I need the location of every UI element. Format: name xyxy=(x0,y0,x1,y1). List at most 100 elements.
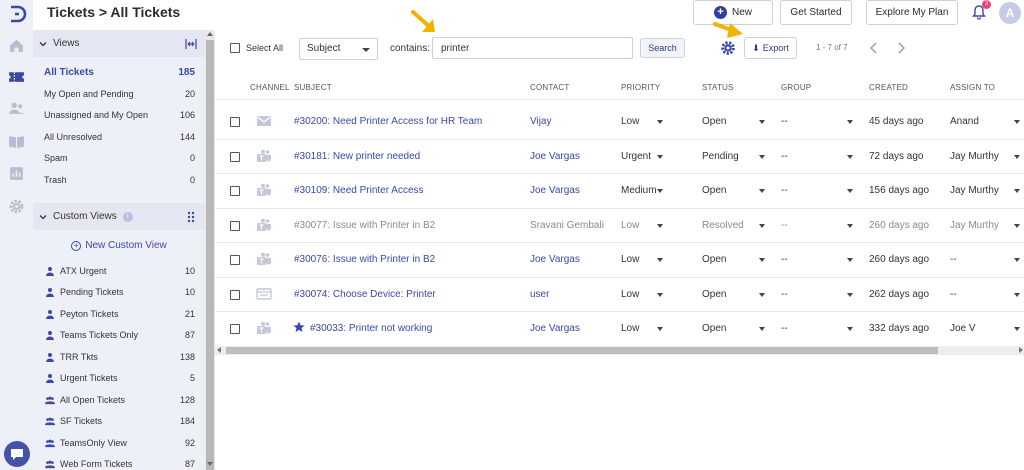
table-row[interactable]: #30200: Need Printer Access for HR Team … xyxy=(215,105,1024,140)
ticket-assignee[interactable]: Joe V xyxy=(950,323,976,334)
search-input[interactable] xyxy=(432,37,633,59)
assignee-dropdown-icon[interactable] xyxy=(1014,258,1020,262)
ticket-contact-link[interactable]: Joe Vargas xyxy=(530,151,580,162)
star-icon[interactable] xyxy=(293,321,305,333)
priority-dropdown-icon[interactable] xyxy=(657,292,663,297)
settings-icon[interactable] xyxy=(8,198,25,215)
logo-icon[interactable] xyxy=(7,4,27,24)
custom-views-header[interactable]: Custom Views i xyxy=(33,203,205,230)
table-row[interactable]: #30077: Issue with Printer in B2 Sravani… xyxy=(215,209,1024,243)
drag-handle-icon[interactable] xyxy=(185,211,197,223)
chat-button[interactable] xyxy=(4,441,30,467)
ticket-contact-link[interactable]: Joe Vargas xyxy=(530,254,580,265)
tickets-icon[interactable] xyxy=(8,68,25,85)
sidebar-scroll-thumb[interactable] xyxy=(206,40,214,470)
ticket-group[interactable]: -- xyxy=(781,254,788,265)
collapse-sidebar-icon[interactable] xyxy=(185,38,197,50)
assignee-dropdown-icon[interactable] xyxy=(1014,292,1020,297)
ticket-group[interactable]: -- xyxy=(781,151,788,162)
assignee-dropdown-icon[interactable] xyxy=(1014,223,1020,228)
custom-view-item[interactable]: ATX Urgent 10 xyxy=(33,260,205,282)
custom-view-item[interactable]: Peyton Tickets 21 xyxy=(33,303,205,325)
custom-view-item[interactable]: Urgent Tickets 5 xyxy=(33,368,205,390)
row-checkbox[interactable] xyxy=(230,117,240,127)
table-row[interactable]: #30181: New printer needed Joe Vargas Ur… xyxy=(215,140,1024,174)
ticket-assignee[interactable]: Jay Murthy xyxy=(950,220,999,231)
ticket-subject-link[interactable]: #30076: Issue with Printer in B2 xyxy=(294,254,435,265)
ticket-group[interactable]: -- xyxy=(781,220,788,231)
filter-field-select[interactable]: Subject xyxy=(299,38,378,60)
knowledge-base-icon[interactable] xyxy=(8,133,25,150)
custom-view-item[interactable]: TRR Tkts 138 xyxy=(33,346,205,368)
assignee-dropdown-icon[interactable] xyxy=(1014,189,1020,193)
select-all[interactable]: Select All xyxy=(230,43,283,53)
ticket-priority[interactable]: Low xyxy=(621,220,639,231)
status-dropdown-icon[interactable] xyxy=(759,154,765,159)
get-started-button[interactable]: Get Started xyxy=(780,0,852,25)
reports-icon[interactable] xyxy=(8,165,25,182)
custom-view-item[interactable]: All Open Tickets 128 xyxy=(33,389,205,411)
sidebar-scrollbar[interactable] xyxy=(205,30,215,470)
ticket-group[interactable]: -- xyxy=(781,323,788,334)
assignee-dropdown-icon[interactable] xyxy=(1014,327,1020,331)
prev-page-icon[interactable] xyxy=(869,42,879,54)
status-dropdown-icon[interactable] xyxy=(759,189,765,193)
row-checkbox[interactable] xyxy=(230,220,240,231)
ticket-assignee[interactable]: Anand xyxy=(950,116,979,127)
sidebar-view-item[interactable]: Trash 0 xyxy=(33,169,205,190)
col-status[interactable]: Status xyxy=(702,83,734,92)
custom-view-item[interactable]: TeamsOnly View 92 xyxy=(33,432,205,454)
priority-dropdown-icon[interactable] xyxy=(657,258,663,262)
sidebar-view-item[interactable]: All Unresolved 144 xyxy=(33,126,205,147)
group-dropdown-icon[interactable] xyxy=(847,327,853,331)
horizontal-scroll-thumb[interactable] xyxy=(226,347,938,354)
search-button[interactable]: Search xyxy=(640,38,685,58)
ticket-group[interactable]: -- xyxy=(781,116,788,127)
ticket-status[interactable]: Open xyxy=(702,116,726,127)
col-priority[interactable]: Priority xyxy=(621,83,660,92)
ticket-assignee[interactable]: -- xyxy=(950,289,957,300)
col-group[interactable]: Group xyxy=(781,83,811,92)
ticket-status[interactable]: Resolved xyxy=(702,220,744,231)
scroll-left-icon[interactable] xyxy=(217,347,221,353)
sidebar-view-item[interactable]: Unassigned and My Open 106 xyxy=(33,105,205,126)
priority-dropdown-icon[interactable] xyxy=(657,327,663,331)
ticket-priority[interactable]: Medium xyxy=(621,185,657,196)
ticket-status[interactable]: Open xyxy=(702,323,726,334)
column-settings-icon[interactable] xyxy=(720,40,736,56)
ticket-contact-link[interactable]: Sravani Gembali xyxy=(530,220,604,231)
priority-dropdown-icon[interactable] xyxy=(657,120,663,124)
table-row[interactable]: #30076: Issue with Printer in B2 Joe Var… xyxy=(215,243,1024,278)
ticket-subject-link[interactable]: #30200: Need Printer Access for HR Team xyxy=(294,116,482,127)
ticket-priority[interactable]: Low xyxy=(621,289,639,300)
col-created[interactable]: Created xyxy=(869,83,908,92)
ticket-priority[interactable]: Low xyxy=(621,323,639,334)
ticket-contact-link[interactable]: Joe Vargas xyxy=(530,323,580,334)
scroll-up-icon[interactable] xyxy=(207,32,213,36)
status-dropdown-icon[interactable] xyxy=(759,120,765,124)
ticket-subject-link[interactable]: #30077: Issue with Printer in B2 xyxy=(294,220,435,231)
home-icon[interactable] xyxy=(8,37,25,54)
col-channel[interactable]: Channel xyxy=(250,83,290,92)
ticket-contact-link[interactable]: Vijay xyxy=(530,116,552,127)
priority-dropdown-icon[interactable] xyxy=(657,154,663,159)
row-checkbox[interactable] xyxy=(230,186,240,196)
contacts-icon[interactable] xyxy=(8,100,25,117)
table-row[interactable]: #30109: Need Printer Access Joe Vargas M… xyxy=(215,174,1024,209)
sidebar-view-item[interactable]: Spam 0 xyxy=(33,148,205,169)
avatar[interactable]: A xyxy=(999,2,1021,24)
status-dropdown-icon[interactable] xyxy=(759,223,765,228)
ticket-status[interactable]: Pending xyxy=(702,151,739,162)
row-checkbox[interactable] xyxy=(230,324,240,334)
assignee-dropdown-icon[interactable] xyxy=(1014,154,1020,159)
custom-view-item[interactable]: Web Form Tickets 87 xyxy=(33,454,205,470)
col-subject[interactable]: Subject xyxy=(294,83,332,92)
priority-dropdown-icon[interactable] xyxy=(657,223,663,228)
select-all-checkbox[interactable] xyxy=(230,43,240,53)
scroll-right-icon[interactable] xyxy=(1019,347,1023,353)
row-checkbox[interactable] xyxy=(230,151,240,162)
ticket-contact-link[interactable]: user xyxy=(530,289,549,300)
ticket-priority[interactable]: Low xyxy=(621,116,639,127)
table-row[interactable]: #30074: Choose Device: Printer user Low … xyxy=(215,278,1024,312)
assignee-dropdown-icon[interactable] xyxy=(1014,120,1020,124)
